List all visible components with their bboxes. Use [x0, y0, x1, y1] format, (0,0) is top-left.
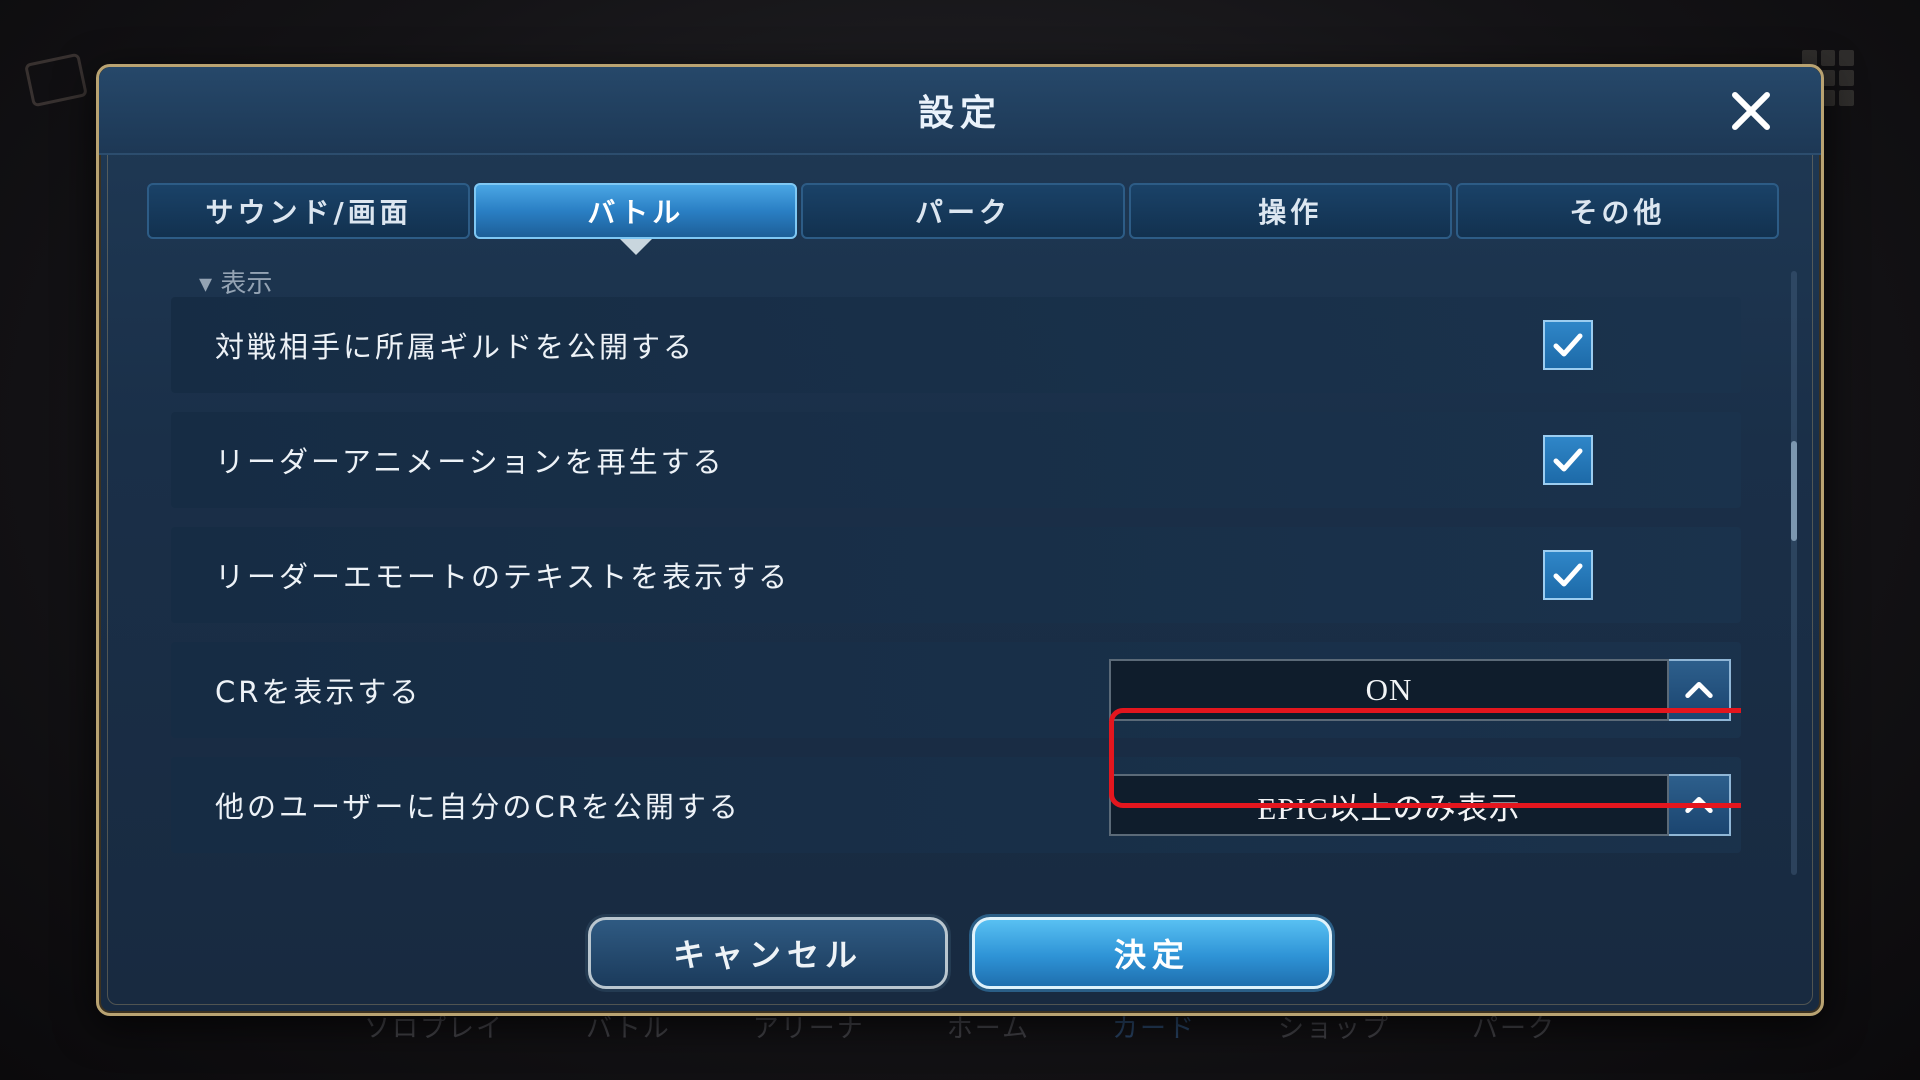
- setting-row-show-cr: CRを表示する ON: [171, 642, 1741, 738]
- tab-sound-screen[interactable]: サウンド/画面: [147, 183, 471, 239]
- confirm-button-label: 決定: [1113, 936, 1190, 974]
- setting-row-guild: 対戦相手に所属ギルドを公開する: [171, 297, 1741, 393]
- settings-list: ▾ 表示 対戦相手に所属ギルドを公開する リーダーアニメーションを再生する リー…: [171, 263, 1741, 943]
- select-value: ON: [1109, 659, 1669, 721]
- cancel-button[interactable]: キャンセル: [588, 917, 948, 989]
- tab-park[interactable]: パーク: [801, 183, 1125, 239]
- tab-label: バトル: [587, 196, 685, 229]
- emote-text-checkbox[interactable]: [1543, 550, 1593, 600]
- setting-label: 対戦相手に所属ギルドを公開する: [215, 330, 696, 364]
- check-icon: [1553, 563, 1583, 587]
- close-icon[interactable]: [1729, 89, 1773, 133]
- guild-public-checkbox[interactable]: [1543, 320, 1593, 370]
- setting-row-public-cr: 他のユーザーに自分のCRを公開する EPIC以上のみ表示: [171, 757, 1741, 853]
- tab-bar: サウンド/画面 バトル パーク 操作 その他: [147, 183, 1780, 255]
- check-icon: [1553, 333, 1583, 357]
- tab-battle[interactable]: バトル: [474, 183, 798, 255]
- setting-label: リーダーアニメーションを再生する: [215, 445, 725, 479]
- tab-label: 操作: [1258, 196, 1323, 229]
- setting-row-leader-animation: リーダーアニメーションを再生する: [171, 412, 1741, 508]
- show-cr-select[interactable]: ON: [1109, 659, 1731, 721]
- setting-label: リーダーエモートのテキストを表示する: [215, 560, 791, 594]
- public-cr-select[interactable]: EPIC以上のみ表示: [1109, 774, 1731, 836]
- scroll-thumb[interactable]: [1791, 441, 1797, 541]
- chevron-up-icon[interactable]: [1669, 659, 1731, 721]
- dialog-footer: キャンセル 決定: [99, 917, 1821, 1017]
- section-header-label: 表示: [220, 269, 273, 299]
- cards-icon: [24, 52, 88, 108]
- tab-controls[interactable]: 操作: [1128, 183, 1452, 239]
- scrollbar[interactable]: [1791, 271, 1797, 875]
- section-header: ▾ 表示: [199, 269, 273, 299]
- tab-label: その他: [1569, 196, 1666, 229]
- setting-row-emote-text: リーダーエモートのテキストを表示する: [171, 527, 1741, 623]
- tab-other[interactable]: その他: [1455, 183, 1780, 239]
- chevron-up-icon[interactable]: [1669, 774, 1731, 836]
- dialog-title: 設定: [917, 93, 1002, 134]
- setting-label: CRを表示する: [215, 675, 422, 709]
- setting-label: 他のユーザーに自分のCRを公開する: [215, 790, 741, 824]
- tab-label: サウンド/画面: [205, 196, 412, 229]
- title-bar: 設定: [99, 67, 1821, 155]
- check-icon: [1553, 448, 1583, 472]
- active-tab-pointer: [619, 239, 652, 255]
- leader-animation-checkbox[interactable]: [1543, 435, 1593, 485]
- tab-label: パーク: [915, 196, 1012, 229]
- select-value: EPIC以上のみ表示: [1109, 774, 1669, 836]
- settings-dialog: 設定 サウンド/画面 バトル パーク 操作 その他 ▾ 表示 対戦相手に所属ギル…: [96, 64, 1824, 1016]
- confirm-button[interactable]: 決定: [972, 917, 1332, 989]
- cancel-button-label: キャンセル: [672, 936, 863, 974]
